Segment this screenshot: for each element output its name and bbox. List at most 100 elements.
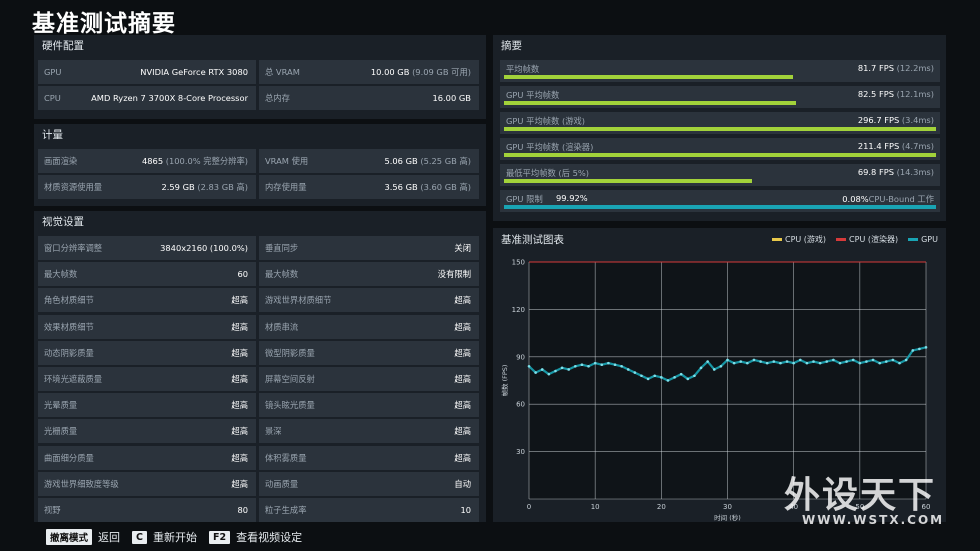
- gpu-data-point: [918, 347, 921, 351]
- chart-x-tick-label: 0: [527, 503, 531, 511]
- visual-label: 游戏世界细致度等级: [44, 478, 119, 489]
- hardware-value: 10.00 GB (9.09 GB 可用): [371, 66, 471, 78]
- visual-cell: 曲面细分质量 超高: [38, 445, 256, 470]
- visual-label: 微型阴影质量: [265, 347, 315, 358]
- gpu-data-point: [560, 366, 564, 370]
- summary-label: GPU 平均帧数: [506, 90, 560, 100]
- gpu-data-point: [924, 346, 928, 349]
- visual-value: 超高: [454, 425, 471, 437]
- gpu-data-point: [527, 364, 531, 368]
- visual-value-main: 超高: [231, 374, 248, 384]
- visual-value: 60: [237, 269, 248, 279]
- footer-key-badge[interactable]: C: [132, 530, 147, 544]
- visual-cell: 角色材质细节 超高: [38, 288, 256, 313]
- visual-cell: 游戏世界材质细节 超高: [259, 288, 479, 313]
- visual-value-main: 超高: [454, 426, 471, 437]
- gpu-limit-value: 99.92%: [556, 193, 588, 203]
- chart-x-tick-label: 30: [723, 503, 732, 511]
- footer-key-badge[interactable]: F2: [209, 530, 231, 544]
- gpu-data-point: [845, 360, 848, 363]
- visual-cell: 镜头眩光质量 超高: [259, 393, 479, 418]
- visual-value: 超高: [231, 425, 248, 437]
- visual-label: 动画质量: [265, 478, 299, 489]
- summary-row: 最低平均帧数 (后 5%) 69.8 FPS (14.3ms): [500, 164, 940, 186]
- gpu-data-point: [580, 363, 584, 366]
- visual-value-main: 超高: [454, 295, 471, 306]
- visual-value: 超高: [231, 399, 248, 411]
- gpu-data-point: [891, 358, 895, 362]
- watermark-logo: 外设天下 WWW.WSTX.COM: [780, 466, 970, 536]
- metrics-cell: VRAM 使用 5.06 GB (5.25 GB 高): [259, 149, 479, 173]
- gpu-data-point: [878, 361, 881, 365]
- visual-value: 3840x2160 (100.0%): [160, 243, 248, 253]
- summary-value-sub: (12.2ms): [896, 63, 934, 73]
- visual-row: 角色材质细节 超高 游戏世界材质细节 超高: [38, 288, 479, 313]
- summary-value-sub: (14.3ms): [896, 167, 934, 177]
- gpu-data-point: [838, 361, 842, 365]
- footer-action-label[interactable]: 返回: [98, 529, 120, 545]
- gpu-limit-row: GPU 限制 99.92% 0.08%CPU-Bound 工作: [500, 190, 940, 212]
- visual-cell: 游戏世界细致度等级 超高: [38, 471, 256, 496]
- hardware-cell: CPU AMD Ryzen 7 3700X 8-Core Processor: [38, 86, 256, 110]
- visual-value: 超高: [231, 373, 248, 385]
- footer-action-label[interactable]: 重新开始: [153, 529, 197, 545]
- visual-value-main: 超高: [454, 374, 471, 384]
- visual-value-main: 80: [237, 505, 248, 515]
- legend-item: GPU: [908, 234, 938, 245]
- visual-settings-panel-title: 视觉设置: [42, 216, 84, 228]
- gpu-data-point: [812, 360, 815, 363]
- visual-label: 最大帧数: [44, 269, 78, 280]
- visual-cell: 最大帧数 60: [38, 262, 256, 287]
- metrics-value-sub: (2.83 GB 高): [197, 182, 248, 192]
- visual-row: 效果材质细节 超高 材质串流 超高: [38, 314, 479, 339]
- metrics-value: 5.06 GB (5.25 GB 高): [384, 155, 471, 167]
- metrics-row: 画面渲染 4865 (100.0% 完整分辨率) VRAM 使用 5.06 GB (5…: [38, 149, 479, 173]
- summary-value-sub: (3.4ms): [901, 115, 934, 125]
- hardware-label: 总 VRAM: [265, 67, 300, 77]
- summary-value-main: 81.7 FPS: [857, 63, 894, 73]
- visual-cell: 微型阴影质量 超高: [259, 340, 479, 365]
- visual-value-main: 10: [460, 505, 471, 515]
- gpu-data-point: [593, 361, 597, 365]
- visual-label: 景深: [265, 426, 282, 437]
- visual-value: 超高: [454, 452, 471, 464]
- summary-value-main: 211.4 FPS: [857, 141, 900, 151]
- visual-cell: 视野 80: [38, 498, 256, 522]
- gpu-data-point: [885, 360, 888, 363]
- legend-label: CPU (游戏): [784, 235, 827, 244]
- visual-cell: 最大帧数 没有限制: [259, 262, 479, 287]
- gpu-data-point: [904, 358, 908, 362]
- metrics-value-sub: (5.25 GB 高): [420, 156, 471, 166]
- visual-value: 超高: [231, 478, 248, 490]
- hardware-label: 总内存: [265, 93, 290, 103]
- hardware-panel-title: 硬件配置: [42, 40, 84, 52]
- visual-label: 窗口分辨率调整: [44, 243, 103, 253]
- legend-label: GPU: [921, 235, 938, 244]
- hardware-value: AMD Ryzen 7 3700X 8-Core Processor: [91, 93, 248, 103]
- legend-swatch: [908, 238, 919, 241]
- footer-key-badge[interactable]: 撤离模式: [46, 529, 93, 545]
- summary-panel-title: 摘要: [501, 40, 522, 52]
- footer-action-label[interactable]: 查看视频设定: [236, 529, 302, 545]
- metrics-label: 画面渲染: [44, 156, 78, 166]
- visual-row: 最大帧数 60 最大帧数 没有限制: [38, 262, 479, 287]
- cpu-bound-value: 0.08%CPU-Bound 工作: [842, 193, 934, 205]
- summary-value-main: 69.8 FPS: [857, 167, 894, 177]
- metrics-value-sub: (3.60 GB 高): [420, 182, 471, 192]
- gpu-data-point: [858, 361, 862, 365]
- gpu-data-point: [626, 368, 630, 371]
- summary-value: 296.7 FPS (3.4ms): [858, 115, 934, 125]
- hardware-value: NVIDIA GeForce RTX 3080: [140, 67, 248, 77]
- visual-label: 垂直同步: [265, 243, 299, 253]
- gpu-data-point: [679, 372, 683, 376]
- gpu-data-point: [673, 376, 676, 379]
- visual-value: 超高: [454, 399, 471, 411]
- visual-cell: 光晕质量 超高: [38, 393, 256, 418]
- visual-value-main: 超高: [231, 400, 248, 411]
- visual-cell: 景深 超高: [259, 419, 479, 444]
- metrics-cell: 材质资源使用量 2.59 GB (2.83 GB 高): [38, 175, 256, 199]
- gpu-data-point: [600, 363, 604, 366]
- visual-value: 超高: [231, 452, 248, 464]
- visual-value-main: 超高: [231, 426, 248, 437]
- visual-value-main: 没有限制: [437, 269, 471, 280]
